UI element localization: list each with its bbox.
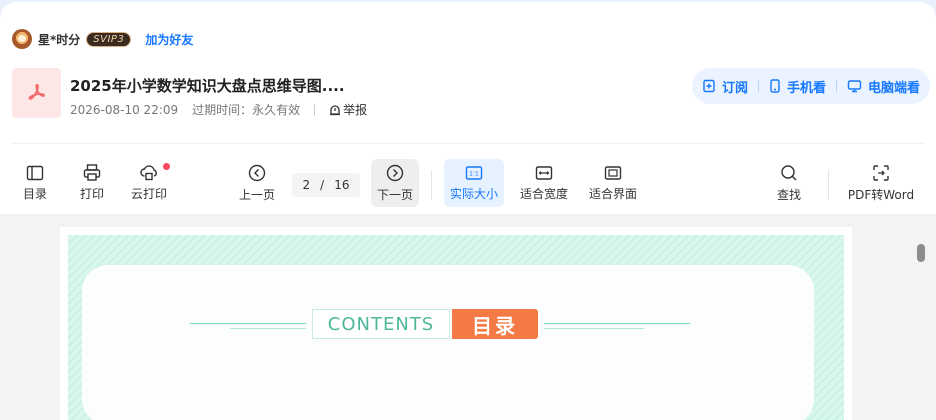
pdf-file-icon (12, 68, 61, 118)
printer-icon (83, 164, 101, 181)
header-divider (12, 143, 924, 144)
pdf-to-word-button[interactable]: PDF转Word (846, 159, 916, 207)
pc-view-label: 电脑端看 (867, 80, 920, 96)
print-label: 打印 (79, 187, 104, 201)
cloud-print-button[interactable]: 云打印 (126, 159, 172, 207)
actual-size-label: 实际大小 (449, 186, 498, 201)
contents-cn-label: 目录 (452, 309, 538, 339)
page-content-panel (82, 265, 814, 420)
report-label: 举报 (343, 103, 368, 117)
page-separator: / (320, 178, 325, 192)
prev-page-button[interactable]: 上一页 (234, 159, 280, 207)
total-pages: 16 (334, 178, 350, 192)
toc-button[interactable]: 目录 (14, 159, 56, 207)
monitor-icon (847, 80, 862, 93)
fit-page-label: 适合界面 (588, 186, 637, 201)
actual-size-button[interactable]: 1:1 实际大小 (444, 159, 504, 207)
avatar[interactable] (12, 29, 32, 49)
toc-label: 目录 (22, 186, 47, 201)
toolbar-divider (431, 170, 432, 200)
expiry-info: 过期时间：永久有效 (192, 103, 301, 117)
prev-page-label: 上一页 (238, 187, 275, 202)
mobile-view-label: 手机看 (786, 80, 826, 96)
search-icon (781, 164, 797, 181)
fit-width-label: 适合宽度 (519, 186, 568, 201)
decor-line-right-2 (544, 328, 644, 329)
fit-width-button[interactable]: 适合宽度 (516, 159, 572, 207)
view-actions: 订阅 手机看 电脑端看 (691, 68, 930, 104)
scrollbar-thumb[interactable] (917, 244, 925, 262)
fit-page-icon (604, 165, 622, 180)
action-divider (757, 80, 759, 92)
document-viewer[interactable]: CONTENTS 目录 (0, 214, 936, 420)
actual-size-icon: 1:1 (465, 165, 483, 180)
action-divider (835, 80, 837, 92)
next-page-button[interactable]: 下一页 (371, 159, 419, 207)
username[interactable]: 星*时分 (38, 31, 80, 48)
reader-toolbar: 目录 打印 云打印 上一页 2 / 16 下一页 1:1 实际大小 适合宽度 适… (0, 152, 936, 214)
notification-dot (163, 163, 170, 170)
decor-line-left-2 (230, 328, 306, 329)
chevron-left-circle-icon (248, 164, 266, 181)
meta-divider (314, 103, 316, 116)
decor-line-right (544, 323, 690, 324)
cloud-print-label: 云打印 (130, 187, 167, 201)
toolbar-divider (828, 170, 829, 200)
phone-icon (770, 79, 780, 93)
subscribe-label: 订阅 (721, 80, 748, 96)
uploader-row: 星*时分 SVIP3 加为好友 (12, 28, 193, 50)
find-label: 查找 (776, 187, 801, 202)
document-title: 2025年小学数学知识大盘点思维导图.... (70, 77, 345, 95)
page-indicator[interactable]: 2 / 16 (292, 173, 360, 197)
pdf-to-word-label: PDF转Word (847, 187, 915, 202)
document-meta: 2026-08-10 22:09 过期时间：永久有效 举报 (70, 101, 367, 118)
contents-heading: CONTENTS 目录 (190, 309, 690, 341)
sidebar-icon (26, 165, 44, 180)
fit-page-button[interactable]: 适合界面 (585, 159, 641, 207)
find-button[interactable]: 查找 (772, 159, 806, 207)
convert-icon (873, 164, 889, 181)
pc-view-button[interactable]: 电脑端看 (847, 77, 920, 96)
add-friend-link[interactable]: 加为好友 (145, 31, 193, 48)
current-page[interactable]: 2 (303, 178, 311, 192)
fit-width-icon (535, 165, 553, 180)
document-page: CONTENTS 目录 (60, 227, 852, 420)
bookmark-plus-icon (703, 79, 715, 93)
report-button[interactable]: 举报 (329, 101, 367, 118)
vip-badge: SVIP3 (86, 31, 132, 47)
decor-line-left (190, 323, 306, 324)
upload-date: 2026-08-10 22:09 (70, 102, 179, 117)
subscribe-button[interactable]: 订阅 (702, 77, 748, 96)
next-page-label: 下一页 (376, 187, 413, 202)
svg-text:1:1: 1:1 (469, 170, 479, 177)
alarm-icon (330, 104, 341, 115)
print-button[interactable]: 打印 (71, 159, 113, 207)
cloud-print-icon (140, 165, 157, 181)
contents-en-label: CONTENTS (312, 309, 450, 339)
mobile-view-button[interactable]: 手机看 (769, 77, 826, 96)
chevron-right-circle-icon (386, 164, 404, 181)
